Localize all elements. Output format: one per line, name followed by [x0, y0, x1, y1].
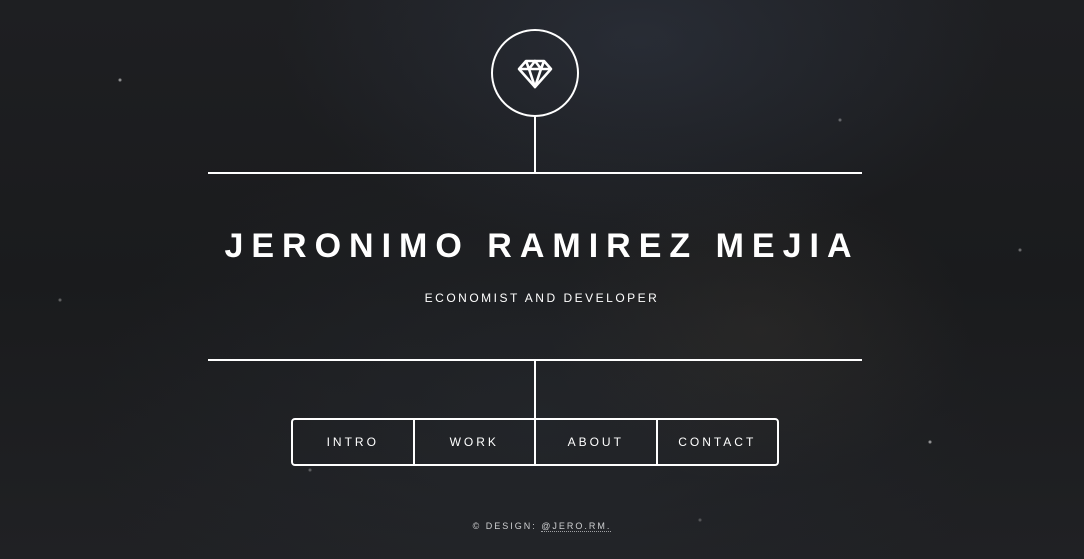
main-nav: INTRO WORK ABOUT CONTACT	[291, 418, 779, 466]
page-title: JERONIMO RAMIREZ MEJIA	[224, 227, 860, 265]
page-subtitle: ECONOMIST AND DEVELOPER	[424, 291, 660, 305]
nav-item-work[interactable]: WORK	[412, 420, 535, 464]
logo-circle	[491, 29, 579, 117]
diamond-icon	[517, 59, 553, 89]
header-vertical-line	[534, 116, 536, 173]
footer-credit-text: © DESIGN:	[472, 521, 542, 531]
nav-vertical-line	[534, 361, 536, 419]
footer-credit-link[interactable]: @JERO.RM.	[541, 521, 612, 532]
nav-item-about[interactable]: ABOUT	[534, 420, 656, 464]
nav-item-contact[interactable]: CONTACT	[655, 420, 778, 464]
footer: © DESIGN: @JERO.RM.	[0, 520, 1084, 532]
top-divider-line	[208, 172, 862, 174]
nav-item-intro[interactable]: INTRO	[293, 420, 413, 464]
